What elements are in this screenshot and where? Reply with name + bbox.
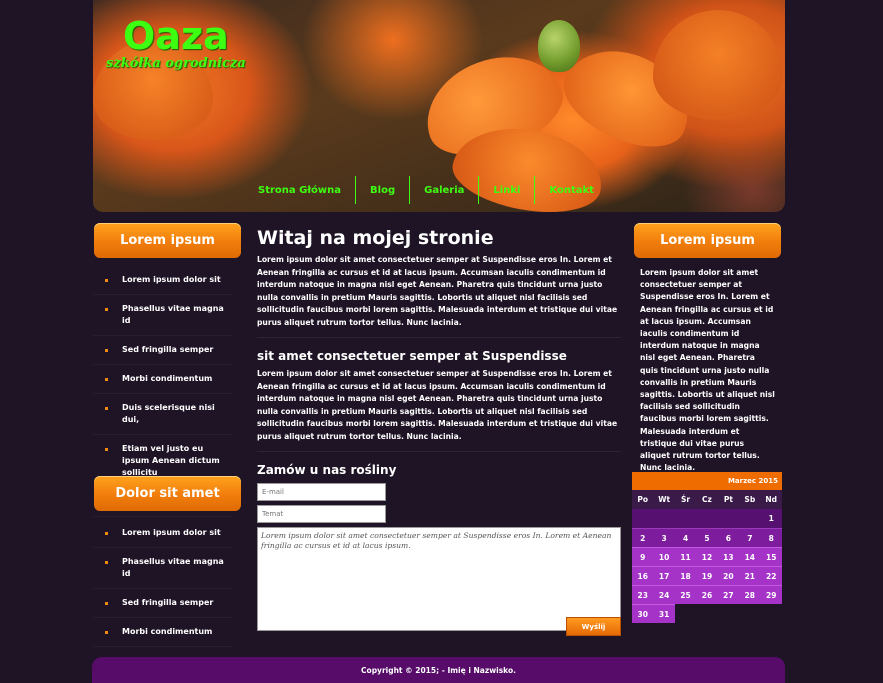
footer-copyright: Copyright © 2015; - Imię i Nazwisko. — [361, 666, 516, 675]
calendar-day[interactable]: 21 — [739, 566, 761, 585]
section-paragraph: Lorem ipsum dolor sit amet consectetuer … — [257, 369, 618, 441]
calendar-day[interactable]: 26 — [696, 585, 718, 604]
calendar-empty-cell — [739, 509, 761, 528]
nav-home[interactable]: Strona Główna — [248, 176, 357, 204]
sidebar-item[interactable]: Duis scelerisque nisi dui, — [93, 394, 233, 435]
section-subtitle: sit amet consectetuer semper at Suspendi… — [257, 349, 567, 363]
subject-field[interactable] — [257, 505, 386, 523]
calendar-day[interactable]: 14 — [739, 547, 761, 566]
calendar-day-name: Po — [632, 490, 654, 509]
calendar-day-name: Sb — [739, 490, 761, 509]
nav-gallery[interactable]: Galeria — [410, 176, 480, 204]
calendar-day-name: Nd — [760, 490, 782, 509]
calendar-empty-cell — [696, 509, 718, 528]
sidebar-item[interactable]: Phasellus vitae magna id — [93, 548, 233, 589]
nav-contact[interactable]: Kontakt — [535, 176, 608, 204]
lily-petal — [653, 10, 783, 120]
calendar-day[interactable]: 24 — [653, 585, 675, 604]
calendar-day[interactable]: 19 — [696, 566, 718, 585]
send-button[interactable]: Wyślij — [566, 617, 621, 636]
calendar-day[interactable]: 12 — [696, 547, 718, 566]
left-menu-2: Lorem ipsum dolor sit Phasellus vitae ma… — [93, 519, 233, 647]
page-title: Witaj na mojej stronie — [257, 227, 494, 249]
message-textarea[interactable]: Lorem ipsum dolor sit amet consectetuer … — [257, 527, 621, 631]
left-box2-title: Dolor sit amet — [94, 476, 241, 511]
calendar-day[interactable]: 30 — [632, 604, 654, 623]
calendar-empty-cell — [653, 509, 675, 528]
right-box-text: Lorem ipsum dolor sit amet consectetuer … — [640, 268, 775, 473]
calendar-day[interactable]: 4 — [674, 528, 697, 547]
calendar-day-name: Wt — [653, 490, 675, 509]
calendar-day[interactable]: 16 — [632, 566, 654, 585]
right-box-title: Lorem ipsum — [634, 223, 781, 258]
calendar-widget: Marzec 2015 Po Wt Śr Cz Pt Sb Nd 1 2 3 4… — [632, 472, 782, 623]
calendar-day[interactable]: 29 — [760, 585, 782, 604]
calendar-day[interactable]: 13 — [717, 547, 740, 566]
nav-links[interactable]: Linki — [479, 176, 536, 204]
sidebar-item[interactable]: Sed fringilla semper — [93, 589, 233, 618]
sidebar-item[interactable]: Morbi condimentum — [93, 618, 233, 647]
calendar-day[interactable]: 10 — [653, 547, 675, 566]
calendar-day-name: Pt — [717, 490, 740, 509]
calendar-day[interactable]: 3 — [653, 528, 675, 547]
calendar-day[interactable]: 5 — [696, 528, 718, 547]
calendar-empty-cell — [717, 509, 740, 528]
calendar-day[interactable]: 15 — [760, 547, 782, 566]
order-form-title: Zamów u nas rośliny — [257, 463, 397, 477]
sidebar-item[interactable]: Morbi condimentum — [93, 365, 233, 394]
flower-bud — [538, 20, 580, 72]
calendar-day[interactable]: 6 — [717, 528, 740, 547]
calendar-grid: Po Wt Śr Cz Pt Sb Nd 1 2 3 4 5 6 7 8 9 1… — [632, 490, 782, 623]
calendar-day[interactable]: 18 — [674, 566, 697, 585]
calendar-empty-cell — [674, 509, 697, 528]
calendar-day[interactable]: 31 — [653, 604, 675, 623]
email-field[interactable] — [257, 483, 386, 501]
main-nav: Strona Główna Blog Galeria Linki Kontakt — [248, 176, 608, 204]
left-box1-title: Lorem ipsum — [94, 223, 241, 258]
calendar-day[interactable]: 22 — [760, 566, 782, 585]
sidebar-item[interactable]: Lorem ipsum dolor sit — [93, 266, 233, 295]
nav-blog[interactable]: Blog — [356, 176, 411, 204]
calendar-day[interactable]: 25 — [674, 585, 697, 604]
calendar-day-name: Cz — [696, 490, 718, 509]
sidebar-item[interactable]: Phasellus vitae magna id — [93, 295, 233, 336]
sidebar-item[interactable]: Lorem ipsum dolor sit — [93, 519, 233, 548]
logo-subtitle: szkółka ogrodnicza — [106, 56, 246, 71]
calendar-day[interactable]: 20 — [717, 566, 740, 585]
calendar-day[interactable]: 27 — [717, 585, 740, 604]
calendar-day[interactable]: 17 — [653, 566, 675, 585]
calendar-day[interactable]: 2 — [632, 528, 654, 547]
divider — [257, 337, 621, 338]
logo-title[interactable]: Oaza — [123, 14, 229, 58]
calendar-day[interactable]: 28 — [739, 585, 761, 604]
sidebar-item[interactable]: Sed fringilla semper — [93, 336, 233, 365]
calendar-month-label: Marzec 2015 — [632, 472, 782, 490]
calendar-day[interactable]: 7 — [739, 528, 761, 547]
divider — [257, 451, 621, 452]
main-content: Witaj na mojej stronie Lorem ipsum dolor… — [257, 226, 621, 631]
calendar-day[interactable]: 8 — [760, 528, 782, 547]
calendar-day[interactable]: 1 — [760, 509, 782, 528]
calendar-day[interactable]: 9 — [632, 547, 654, 566]
calendar-day[interactable]: 11 — [674, 547, 697, 566]
footer: Copyright © 2015; - Imię i Nazwisko. — [92, 657, 785, 683]
calendar-day-name: Śr — [674, 490, 697, 509]
intro-paragraph: Lorem ipsum dolor sit amet consectetuer … — [257, 255, 618, 327]
calendar-day[interactable]: 23 — [632, 585, 654, 604]
calendar-empty-cell — [632, 509, 654, 528]
header-banner: Oaza szkółka ogrodnicza Strona Główna Bl… — [93, 0, 785, 212]
